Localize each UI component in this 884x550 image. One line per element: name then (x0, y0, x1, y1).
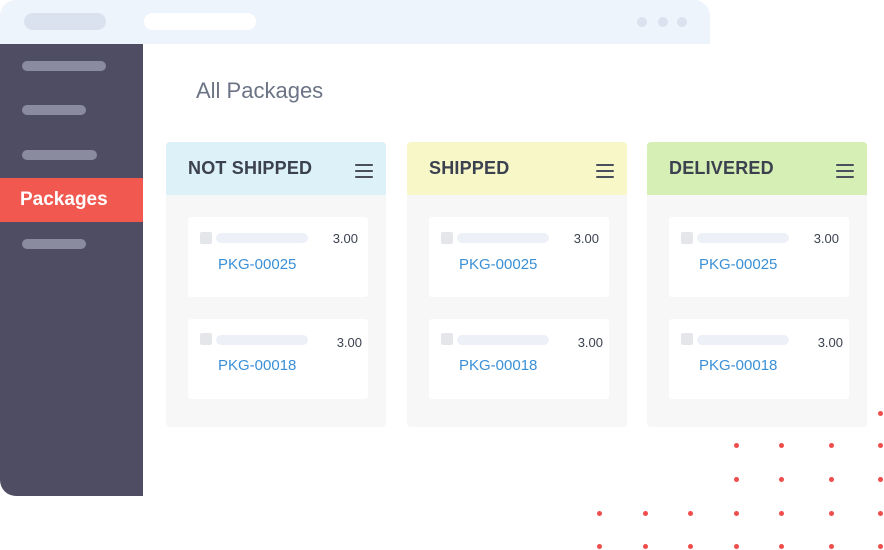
column-delivered: DELIVERED 3.00 PKG-00025 3.00 PKG-00018 (647, 142, 867, 427)
column-header: NOT SHIPPED (166, 142, 386, 195)
hamburger-menu-icon[interactable] (355, 164, 373, 178)
package-link[interactable]: PKG-00018 (218, 357, 296, 374)
decorative-dot (878, 411, 883, 416)
card-placeholder-bar (457, 233, 549, 243)
titlebar-placeholder (24, 13, 106, 30)
decorative-dot (779, 511, 784, 516)
decorative-dot (829, 443, 834, 448)
package-link[interactable]: PKG-00025 (218, 256, 296, 273)
card-placeholder-bar (457, 335, 549, 345)
decorative-dot (597, 544, 602, 549)
card-quantity: 3.00 (813, 231, 839, 246)
column-title: SHIPPED (429, 158, 510, 178)
decorative-dot (597, 511, 602, 516)
column-not-shipped: NOT SHIPPED 3.00 PKG-00025 3.00 PKG-0001… (166, 142, 386, 427)
package-link[interactable]: PKG-00025 (459, 256, 537, 273)
decorative-dot (643, 511, 648, 516)
column-title: NOT SHIPPED (188, 158, 313, 178)
decorative-dot (829, 477, 834, 482)
decorative-dot (734, 477, 739, 482)
card-placeholder-bar (216, 233, 308, 243)
card-placeholder-bar (697, 233, 789, 243)
sidebar-item-placeholder[interactable] (22, 105, 86, 115)
hamburger-menu-icon[interactable] (596, 164, 614, 178)
sidebar-item-placeholder[interactable] (22, 239, 86, 249)
card-checkbox[interactable] (681, 333, 693, 345)
decorative-dot (779, 544, 784, 549)
card-placeholder-bar (216, 335, 308, 345)
package-card[interactable]: 3.00 PKG-00018 (669, 319, 849, 399)
hamburger-menu-icon[interactable] (836, 164, 854, 178)
package-link[interactable]: PKG-00018 (459, 357, 537, 374)
decorative-dot (734, 544, 739, 549)
address-bar[interactable] (144, 13, 256, 30)
decorative-dot (878, 511, 883, 516)
title-bar (0, 0, 710, 44)
column-header: DELIVERED (647, 142, 867, 195)
window-dot[interactable] (637, 17, 647, 27)
sidebar-item-placeholder[interactable] (22, 150, 97, 160)
page-title: All Packages (196, 78, 324, 103)
decorative-dot (643, 544, 648, 549)
card-checkbox[interactable] (200, 232, 212, 244)
decorative-dot (878, 477, 883, 482)
card-quantity: 3.00 (573, 231, 599, 246)
column-title: DELIVERED (669, 158, 774, 178)
decorative-dot (734, 511, 739, 516)
window-dot[interactable] (658, 17, 668, 27)
sidebar-item-placeholder[interactable] (22, 61, 106, 71)
decorative-dot (688, 544, 693, 549)
card-checkbox[interactable] (681, 232, 693, 244)
card-checkbox[interactable] (441, 333, 453, 345)
sidebar-item-packages[interactable]: Packages (0, 178, 143, 222)
card-placeholder-bar (697, 335, 789, 345)
column-header: SHIPPED (407, 142, 627, 195)
decorative-dot (878, 544, 883, 549)
card-checkbox[interactable] (441, 232, 453, 244)
decorative-dot (688, 511, 693, 516)
package-link[interactable]: PKG-00018 (699, 357, 777, 374)
decorative-dot (878, 443, 883, 448)
package-card[interactable]: 3.00 PKG-00025 (669, 217, 849, 297)
package-card[interactable]: 3.00 PKG-00018 (188, 319, 368, 399)
card-quantity: 3.00 (817, 335, 843, 350)
column-shipped: SHIPPED 3.00 PKG-00025 3.00 PKG-00018 (407, 142, 627, 427)
card-quantity: 3.00 (332, 231, 358, 246)
package-card[interactable]: 3.00 PKG-00025 (188, 217, 368, 297)
sidebar: Packages (0, 44, 143, 496)
window-dot[interactable] (677, 17, 687, 27)
card-checkbox[interactable] (200, 333, 212, 345)
decorative-dot (734, 443, 739, 448)
decorative-dot (829, 511, 834, 516)
package-link[interactable]: PKG-00025 (699, 256, 777, 273)
decorative-dot (829, 544, 834, 549)
decorative-dot (779, 443, 784, 448)
package-card[interactable]: 3.00 PKG-00018 (429, 319, 609, 399)
card-quantity: 3.00 (336, 335, 362, 350)
card-quantity: 3.00 (577, 335, 603, 350)
decorative-dot (779, 477, 784, 482)
package-card[interactable]: 3.00 PKG-00025 (429, 217, 609, 297)
